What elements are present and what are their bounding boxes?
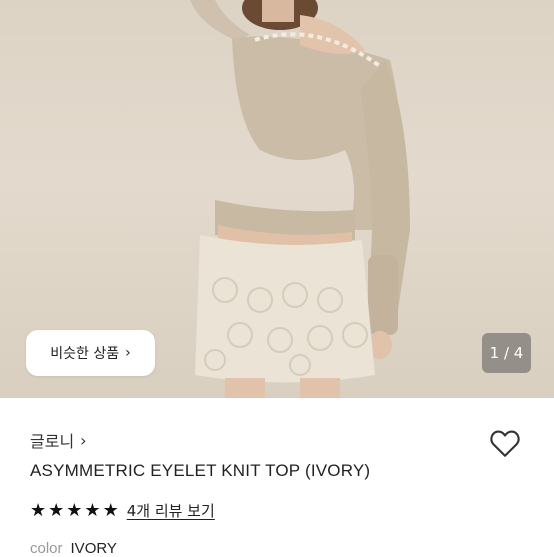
reviews-link[interactable]: 4개 리뷰 보기: [127, 500, 215, 521]
similar-products-label: 비슷한 상품: [50, 346, 120, 362]
color-label: color: [30, 540, 63, 557]
star-icon: ★: [48, 499, 65, 521]
star-icon: ★: [66, 499, 83, 521]
star-icon: ★: [102, 499, 119, 521]
star-icon: ★: [30, 499, 47, 521]
chevron-right-icon: ›: [125, 345, 131, 361]
wishlist-button[interactable]: [487, 425, 523, 461]
brand-link[interactable]: 글로니 ›: [30, 428, 87, 452]
similar-products-button[interactable]: 비슷한 상품 ›: [26, 330, 155, 376]
rating-stars: ★ ★ ★ ★ ★: [30, 499, 119, 521]
product-title: ASYMMETRIC EYELET KNIT TOP (IVORY): [30, 461, 371, 480]
brand-name: 글로니: [30, 432, 75, 451]
image-counter: 1 / 4: [482, 333, 531, 373]
star-icon: ★: [84, 499, 101, 521]
heart-outline-icon: [490, 430, 520, 457]
product-photo[interactable]: 비슷한 상품 › 1 / 4: [0, 0, 554, 398]
color-row: color IVORY: [30, 540, 117, 557]
color-value: IVORY: [70, 540, 117, 557]
chevron-right-icon: ›: [80, 430, 87, 450]
rating-row: ★ ★ ★ ★ ★ 4개 리뷰 보기: [30, 500, 215, 521]
